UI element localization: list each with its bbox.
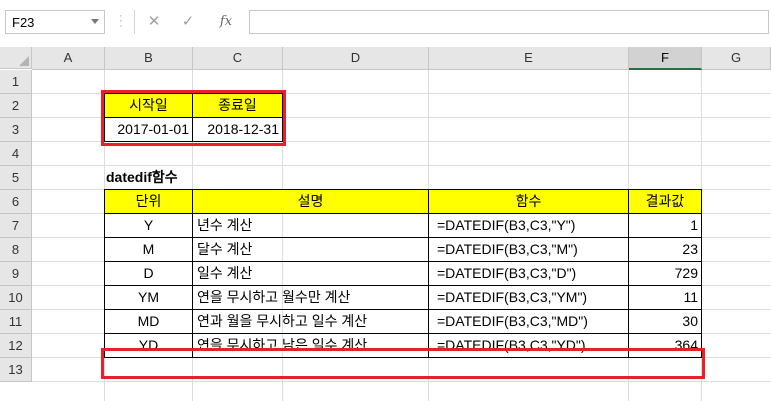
row-header-10[interactable]: 10 — [0, 286, 32, 310]
column-header-e[interactable]: E — [429, 47, 629, 70]
select-all-icon — [19, 56, 29, 66]
enter-icon[interactable]: ✓ — [176, 12, 200, 32]
row-header-6[interactable]: 6 — [0, 190, 32, 214]
row-header-12[interactable]: 12 — [0, 334, 32, 358]
annotation-box-dates — [101, 90, 286, 146]
table-cell-unit[interactable]: MD — [104, 309, 193, 334]
select-all-button[interactable] — [0, 47, 32, 69]
row-header-13[interactable]: 13 — [0, 358, 32, 382]
cell-c6-desc-header[interactable]: 설명 — [192, 189, 429, 214]
column-header-d[interactable]: D — [283, 47, 429, 70]
gridline — [32, 381, 771, 382]
table-cell-func[interactable]: =DATEDIF(B3,C3,"MD") — [428, 309, 629, 334]
row-header-7[interactable]: 7 — [0, 214, 32, 238]
table-cell-func[interactable]: =DATEDIF(B3,C3,"D") — [428, 261, 629, 286]
table-cell-func[interactable]: =DATEDIF(B3,C3,"YM") — [428, 285, 629, 310]
cell-f6-result-header[interactable]: 결과값 — [628, 189, 702, 214]
table-cell-desc[interactable]: 일수 계산 — [192, 261, 429, 286]
row-header-8[interactable]: 8 — [0, 238, 32, 262]
formula-input[interactable] — [249, 10, 769, 34]
table-cell-func[interactable]: =DATEDIF(B3,C3,"Y") — [428, 213, 629, 238]
row-header-9[interactable]: 9 — [0, 262, 32, 286]
table-cell-desc[interactable]: 년수 계산 — [192, 213, 429, 238]
table-cell-desc[interactable]: 연을 무시하고 월수만 계산 — [192, 285, 429, 310]
chevron-down-icon[interactable] — [91, 19, 99, 24]
cell-e6-func-header[interactable]: 함수 — [428, 189, 629, 214]
column-header-f[interactable]: F — [629, 47, 702, 70]
table-cell-result[interactable]: 23 — [628, 237, 702, 262]
table-cell-result[interactable]: 11 — [628, 285, 702, 310]
insert-function-icon[interactable]: fx — [214, 12, 238, 32]
table-cell-unit[interactable]: M — [104, 237, 193, 262]
cell-b5-section-title[interactable]: datedif함수 — [106, 166, 226, 189]
name-box-value: F23 — [12, 15, 35, 30]
row-header-11[interactable]: 11 — [0, 310, 32, 334]
cancel-icon[interactable]: ✕ — [142, 12, 166, 32]
table-cell-unit[interactable]: YM — [104, 285, 193, 310]
cell-b6-unit-header[interactable]: 단위 — [104, 189, 193, 214]
annotation-box-yd-row — [101, 348, 705, 379]
table-cell-result[interactable]: 30 — [628, 309, 702, 334]
column-header-c[interactable]: C — [193, 47, 283, 70]
row-header-1[interactable]: 1 — [0, 70, 32, 94]
table-cell-desc[interactable]: 연과 월을 무시하고 일수 계산 — [192, 309, 429, 334]
table-cell-unit[interactable]: Y — [104, 213, 193, 238]
drag-handle-icon[interactable]: · · · — [119, 11, 123, 32]
formula-bar: F23 · · · ✕ ✓ fx — [0, 0, 771, 48]
table-cell-unit[interactable]: D — [104, 261, 193, 286]
table-cell-func[interactable]: =DATEDIF(B3,C3,"M") — [428, 237, 629, 262]
column-header-g[interactable]: G — [702, 47, 771, 70]
row-header-4[interactable]: 4 — [0, 142, 32, 166]
table-cell-desc[interactable]: 달수 계산 — [192, 237, 429, 262]
table-cell-result[interactable]: 1 — [628, 213, 702, 238]
column-header-a[interactable]: A — [32, 47, 105, 70]
column-header-b[interactable]: B — [105, 47, 193, 70]
row-header-3[interactable]: 3 — [0, 118, 32, 142]
table-cell-result[interactable]: 729 — [628, 261, 702, 286]
divider — [134, 10, 135, 34]
row-header-2[interactable]: 2 — [0, 94, 32, 118]
row-header-5[interactable]: 5 — [0, 166, 32, 190]
name-box[interactable]: F23 — [5, 10, 105, 34]
